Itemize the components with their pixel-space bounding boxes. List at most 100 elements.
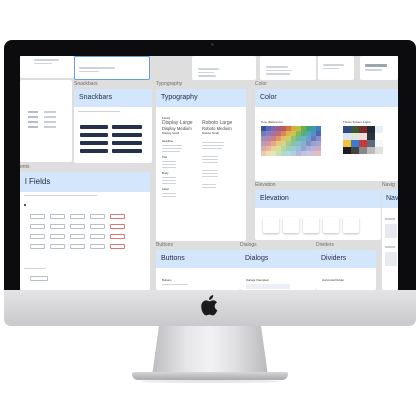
imac-mockup: Snackbars Snackbars Typography Typograph… (0, 0, 420, 420)
theme-swatch (343, 133, 351, 140)
typography-section: Typography Typography Family Display Lar… (156, 81, 246, 241)
theme-swatch (367, 133, 375, 140)
elevation-section: Elevation Elevation (255, 182, 381, 240)
dialogs-section: Dialogs Dialogs Dialogs (Samples) (240, 242, 316, 290)
navigation-card: Navi (382, 190, 398, 290)
monitor-base (132, 372, 288, 380)
theme-swatch (343, 140, 351, 147)
card-title: Color (260, 94, 277, 101)
navigation-section: Navig Navi (382, 182, 398, 290)
theme-system-label: Theme System (Light) (343, 120, 371, 124)
section-label: Snackbars (74, 81, 98, 87)
section-label: Elevation (255, 182, 276, 188)
theme-swatch (359, 126, 367, 133)
buttons-card: Buttons Buttons (156, 250, 240, 290)
theme-swatch (367, 126, 375, 133)
text-field[interactable] (50, 214, 65, 219)
text-field[interactable] (50, 224, 65, 229)
theme-swatch (375, 133, 383, 140)
section-label: Dialogs (240, 242, 257, 248)
section-label: Buttons (156, 242, 173, 248)
text-field[interactable] (30, 244, 45, 249)
text-field[interactable] (50, 244, 65, 249)
text-fields-card: l Fields (20, 172, 150, 290)
theme-swatch (375, 126, 383, 133)
apple-logo-icon (201, 295, 218, 316)
body-label: Body (162, 171, 169, 175)
card-title: Dialogs (245, 255, 269, 262)
buttons-subtitle: Buttons (162, 278, 172, 282)
dividers-section: Dividers Dividers Horizontal Divider (316, 242, 376, 290)
text-field-error[interactable] (110, 244, 125, 249)
color-card: Color Tone (Reference) Theme System (Lig… (255, 89, 398, 181)
typography-card: Typography Family Display Large Display … (156, 89, 246, 241)
text-field[interactable] (90, 234, 105, 239)
snackbar (112, 149, 142, 153)
top-card-2 (74, 56, 150, 80)
snackbars-section: Snackbars Snackbars (74, 81, 152, 163)
text-field[interactable] (70, 224, 85, 229)
theme-swatch (359, 133, 367, 140)
section-label: ents (20, 164, 30, 170)
snackbar (80, 125, 108, 129)
theme-swatch (351, 140, 359, 147)
elevation-sample (303, 217, 319, 233)
card-title: Navi (386, 195, 398, 202)
theme-swatch (351, 147, 359, 154)
tone-swatch (316, 151, 321, 156)
snackbars-card: Snackbars (74, 89, 152, 163)
theme-swatch (367, 147, 375, 154)
text-field[interactable] (50, 234, 65, 239)
monitor-stand (152, 326, 268, 376)
snackbar (112, 125, 142, 129)
dialogs-card: Dialogs Dialogs (Samples) (240, 250, 316, 290)
dividers-subtitle: Horizontal Divider (322, 278, 345, 282)
snackbar (112, 141, 142, 145)
text-field-error[interactable] (110, 224, 125, 229)
card-title: Dividers (321, 255, 347, 262)
text-field[interactable] (30, 276, 48, 281)
text-fields-section: ents l Fields (20, 164, 150, 290)
text-field[interactable] (30, 234, 45, 239)
label-label: Label (162, 187, 169, 191)
card-title: Snackbars (79, 94, 113, 101)
text-field[interactable] (90, 214, 105, 219)
theme-swatch (359, 147, 367, 154)
headline-label: Headline (162, 139, 174, 143)
text-field-error[interactable] (110, 234, 125, 239)
text-field[interactable] (70, 234, 85, 239)
snackbar (80, 149, 108, 153)
top-card-4 (260, 56, 316, 80)
snackbar (112, 133, 142, 137)
section-label: Typography (156, 81, 183, 87)
roboto-small: Roboto Small (202, 131, 219, 135)
card-title: Typography (161, 94, 198, 101)
card-title: Elevation (260, 195, 289, 202)
theme-swatch (343, 147, 351, 154)
theme-swatch (351, 133, 359, 140)
theme-swatch (367, 140, 375, 147)
elevation-sample (263, 217, 279, 233)
text-field[interactable] (30, 214, 45, 219)
text-field[interactable] (30, 224, 45, 229)
snackbar (80, 141, 108, 145)
dialogs-subtitle: Dialogs (Samples) (246, 278, 269, 282)
dividers-card: Dividers Horizontal Divider (316, 250, 376, 290)
text-field[interactable] (70, 244, 85, 249)
section-label: Navig (382, 182, 395, 188)
section-label: Color (255, 81, 267, 87)
title-label: Title (162, 155, 168, 159)
theme-swatch (375, 147, 383, 154)
typography-samples: Family Display Large Display Medium Disp… (162, 116, 193, 199)
camera-icon (211, 43, 214, 46)
display-small: Display Small (162, 131, 179, 135)
screen: Snackbars Snackbars Typography Typograph… (20, 56, 398, 290)
theme-swatch (343, 126, 351, 133)
elevation-sample (343, 217, 359, 233)
theme-swatch (375, 140, 383, 147)
text-field[interactable] (90, 224, 105, 229)
text-field[interactable] (70, 214, 85, 219)
base-shadow (140, 380, 280, 383)
text-field-error[interactable] (110, 214, 125, 219)
text-field[interactable] (90, 244, 105, 249)
